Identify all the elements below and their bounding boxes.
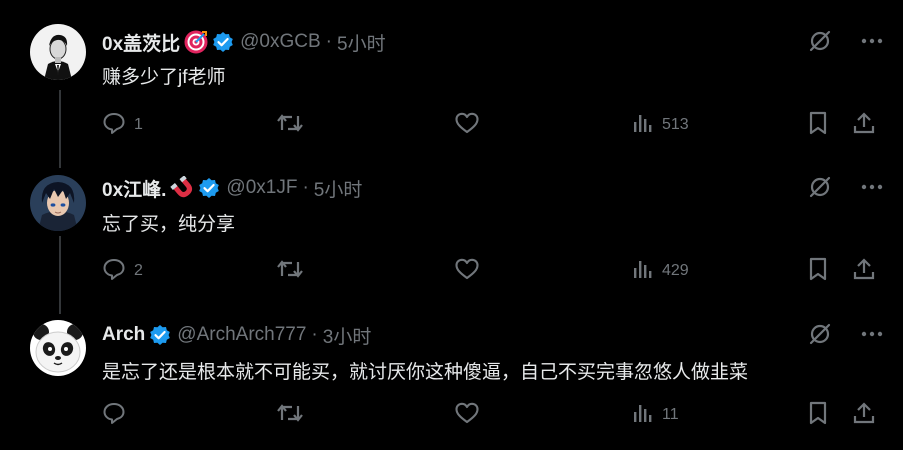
share-icon	[852, 401, 876, 430]
handle[interactable]: @ArchArch777	[177, 324, 306, 346]
handle[interactable]: @0x1JF	[226, 177, 297, 199]
grok-icon[interactable]	[807, 321, 833, 347]
tweet-text: 是忘了还是根本就不可能买，就讨厌你这种傻逼，自己不买完事忽悠人做韭菜	[102, 362, 749, 383]
like-button[interactable]	[454, 256, 488, 286]
like-button[interactable]	[454, 400, 488, 430]
timestamp[interactable]: 5小时	[314, 175, 363, 202]
verified-badge-icon	[198, 177, 220, 199]
share-button[interactable]	[852, 256, 876, 286]
bookmark-icon	[808, 257, 828, 286]
reply-count: 2	[134, 262, 143, 279]
views-icon	[632, 258, 654, 285]
tweet-top-actions	[807, 28, 883, 54]
tweet-header: 0x江峰. @0x1JF · 5小时	[102, 175, 362, 201]
action-bar: 11	[102, 400, 878, 430]
share-icon	[852, 257, 876, 286]
more-options-icon[interactable]	[861, 331, 883, 337]
timestamp[interactable]: 3小时	[323, 322, 372, 349]
tweet[interactable]: 0x盖茨比 @0xGCB · 5小时 赚多少了jf老师 1 513	[0, 0, 903, 155]
views-button[interactable]: 429	[632, 256, 689, 286]
display-name[interactable]: Arch	[102, 324, 145, 346]
avatar[interactable]	[30, 24, 86, 80]
heart-icon	[454, 257, 480, 286]
tweet-text: 忘了买，纯分享	[102, 214, 236, 235]
action-bar: 1 513	[102, 110, 878, 140]
views-icon	[632, 402, 654, 429]
like-button[interactable]	[454, 110, 488, 140]
retweet-icon	[276, 401, 304, 430]
tweet-top-actions	[807, 321, 883, 347]
share-button[interactable]	[852, 110, 876, 140]
views-count: 11	[662, 406, 679, 423]
tweet-header: 0x盖茨比 @0xGCB · 5小时	[102, 29, 386, 55]
views-count: 429	[662, 262, 689, 279]
tweet[interactable]: Arch @ArchArch777 · 3小时 是忘了还是根本就不可能买，就讨厌…	[0, 310, 903, 450]
verified-badge-icon	[212, 31, 234, 53]
reply-count: 1	[134, 116, 143, 133]
tweet-top-actions	[807, 174, 883, 200]
grok-icon[interactable]	[807, 174, 833, 200]
timestamp[interactable]: 5小时	[337, 29, 386, 56]
retweet-icon	[276, 111, 304, 140]
views-button[interactable]: 11	[632, 400, 679, 430]
tweet-header: Arch @ArchArch777 · 3小时	[102, 322, 371, 348]
separator-dot: ·	[311, 324, 318, 345]
avatar[interactable]	[30, 175, 86, 231]
grok-icon[interactable]	[807, 28, 833, 54]
retweet-button[interactable]	[276, 256, 312, 286]
more-options-icon[interactable]	[861, 38, 883, 44]
more-options-icon[interactable]	[861, 184, 883, 190]
avatar[interactable]	[30, 320, 86, 376]
share-icon	[852, 111, 876, 140]
bookmark-icon	[808, 401, 828, 430]
reply-icon	[102, 257, 126, 286]
retweet-icon	[276, 257, 304, 286]
bookmark-button[interactable]	[808, 400, 828, 430]
display-name[interactable]: 0x盖茨比	[102, 29, 180, 56]
bookmark-icon	[808, 111, 828, 140]
handle[interactable]: @0xGCB	[240, 31, 321, 53]
bookmark-button[interactable]	[808, 256, 828, 286]
separator-dot: ·	[325, 31, 332, 52]
bookmark-button[interactable]	[808, 110, 828, 140]
reply-button[interactable]	[102, 400, 134, 430]
share-button[interactable]	[852, 400, 876, 430]
reply-icon	[102, 111, 126, 140]
tweet-text: 赚多少了jf老师	[102, 67, 226, 88]
reply-button[interactable]: 2	[102, 256, 143, 286]
reply-icon	[102, 401, 126, 430]
retweet-button[interactable]	[276, 110, 312, 140]
views-count: 513	[662, 116, 689, 133]
views-icon	[632, 112, 654, 139]
separator-dot: ·	[302, 177, 309, 198]
magnet-emoji-icon	[170, 176, 194, 200]
action-bar: 2 429	[102, 256, 878, 286]
verified-badge-icon	[149, 324, 171, 346]
target-emoji-icon	[184, 30, 208, 54]
retweet-button[interactable]	[276, 400, 312, 430]
tweet[interactable]: 0x江峰. @0x1JF · 5小时 忘了买，纯分享 2 429	[0, 155, 903, 310]
views-button[interactable]: 513	[632, 110, 689, 140]
display-name[interactable]: 0x江峰.	[102, 175, 166, 202]
heart-icon	[454, 111, 480, 140]
reply-button[interactable]: 1	[102, 110, 143, 140]
heart-icon	[454, 401, 480, 430]
